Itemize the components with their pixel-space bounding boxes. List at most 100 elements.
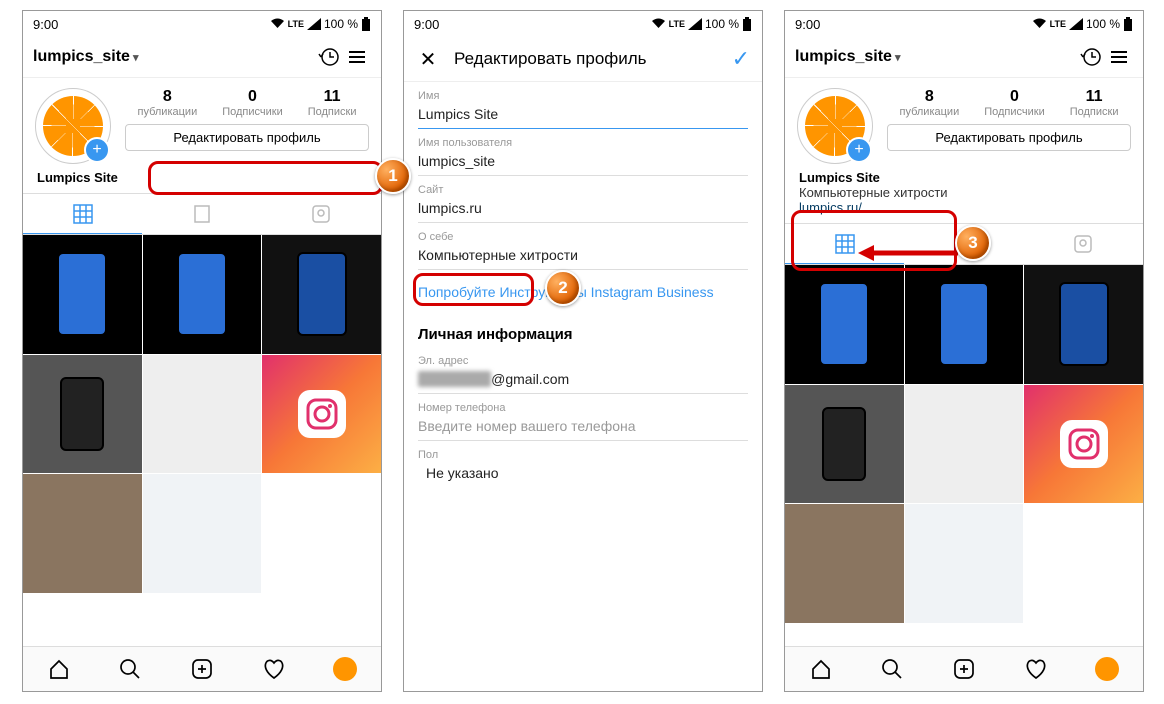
label-username: Имя пользователя	[418, 137, 748, 149]
post-thumb[interactable]	[143, 474, 262, 593]
menu-icon[interactable]	[1105, 43, 1133, 71]
status-time: 9:00	[33, 17, 270, 32]
post-thumb[interactable]	[905, 385, 1024, 504]
input-email[interactable]: lumpics.site@gmail.com	[418, 367, 748, 394]
username-dropdown[interactable]: lumpics_site	[795, 48, 1077, 66]
input-username[interactable]: lumpics_site	[418, 149, 748, 176]
post-thumb[interactable]	[262, 235, 381, 354]
field-phone[interactable]: Номер телефона Введите номер вашего теле…	[404, 394, 762, 441]
input-gender[interactable]: Не указано	[418, 461, 748, 487]
tab-tagged[interactable]	[1024, 224, 1143, 264]
post-thumb[interactable]	[905, 504, 1024, 623]
label-bio: О себе	[418, 231, 748, 243]
label-email: Эл. адрес	[418, 355, 748, 367]
history-icon[interactable]	[315, 43, 343, 71]
battery-label: 100 %	[1086, 17, 1120, 31]
tab-feed[interactable]	[142, 194, 261, 234]
avatar[interactable]: +	[797, 88, 873, 164]
input-phone[interactable]: Введите номер вашего телефона	[418, 414, 748, 441]
post-thumb[interactable]	[905, 265, 1024, 384]
input-website[interactable]: lumpics.ru	[418, 196, 748, 223]
field-email[interactable]: Эл. адрес lumpics.site@gmail.com	[404, 347, 762, 394]
bio-link[interactable]: lumpics.ru/	[799, 200, 1129, 215]
nav-profile-icon[interactable]	[309, 647, 381, 691]
posts-grid	[23, 235, 381, 593]
profile-row: + 8публикации 0Подписчики 11Подписки Ред…	[23, 78, 381, 168]
post-thumb[interactable]	[23, 355, 142, 474]
screen-profile-after: 9:00 LTE 100 % lumpics_site + 8публикаци…	[784, 10, 1144, 692]
post-thumb[interactable]	[23, 474, 142, 593]
post-thumb[interactable]	[23, 235, 142, 354]
post-thumb[interactable]	[785, 385, 904, 504]
username-dropdown[interactable]: lumpics_site	[33, 48, 315, 66]
edit-profile-button[interactable]: Редактировать профиль	[887, 124, 1131, 151]
nav-add-icon[interactable]	[928, 647, 1000, 691]
add-story-icon[interactable]: +	[846, 137, 872, 163]
field-website[interactable]: Сайт lumpics.ru	[404, 176, 762, 223]
history-icon[interactable]	[1077, 43, 1105, 71]
business-tools-link[interactable]: Попробуйте Инструменты Instagram Busines…	[404, 270, 762, 314]
signal-icon	[688, 18, 702, 30]
field-gender[interactable]: Пол Не указано	[404, 441, 762, 487]
label-name: Имя	[418, 90, 748, 102]
stat-posts[interactable]: 8публикации	[138, 88, 198, 118]
label-phone: Номер телефона	[418, 402, 748, 414]
bio-block: Lumpics Site Компьютерные хитрости lumpi…	[785, 168, 1143, 223]
nav-profile-icon[interactable]	[1071, 647, 1143, 691]
post-thumb[interactable]	[262, 474, 381, 593]
status-bar: 9:00 LTE 100 %	[785, 11, 1143, 37]
nav-home-icon[interactable]	[785, 647, 857, 691]
profile-tabs	[23, 193, 381, 235]
stat-posts[interactable]: 8публикации	[900, 88, 960, 118]
field-username[interactable]: Имя пользователя lumpics_site	[404, 129, 762, 176]
stat-followers[interactable]: 0Подписчики	[984, 88, 1045, 118]
posts-grid	[785, 265, 1143, 623]
post-thumb[interactable]	[1024, 265, 1143, 384]
post-thumb[interactable]	[143, 235, 262, 354]
nav-home-icon[interactable]	[23, 647, 95, 691]
post-thumb[interactable]	[1024, 504, 1143, 623]
edit-title: Редактировать профиль	[440, 49, 732, 69]
display-name: Lumpics Site	[799, 170, 1129, 185]
edit-profile-button[interactable]: Редактировать профиль	[125, 124, 369, 151]
input-name[interactable]: Lumpics Site	[418, 102, 748, 129]
field-name[interactable]: Имя Lumpics Site	[404, 82, 762, 129]
tab-tagged[interactable]	[262, 194, 381, 234]
battery-icon	[361, 17, 371, 31]
tab-grid[interactable]	[785, 224, 904, 264]
edit-header: ✕ Редактировать профиль ✓	[404, 37, 762, 82]
menu-icon[interactable]	[343, 43, 371, 71]
add-story-icon[interactable]: +	[84, 137, 110, 163]
stat-following[interactable]: 11Подписки	[308, 88, 357, 118]
post-thumb[interactable]	[785, 265, 904, 384]
nav-search-icon[interactable]	[95, 647, 167, 691]
field-bio[interactable]: О себе Компьютерные хитрости	[404, 223, 762, 270]
status-icons: LTE 100 %	[651, 17, 752, 31]
network-label: LTE	[288, 19, 304, 29]
bottom-nav	[23, 646, 381, 691]
signal-icon	[1069, 18, 1083, 30]
wifi-icon	[1032, 18, 1047, 30]
nav-activity-icon[interactable]	[1000, 647, 1072, 691]
post-thumb[interactable]	[262, 355, 381, 474]
post-thumb[interactable]	[143, 355, 262, 474]
status-time: 9:00	[414, 17, 651, 32]
close-icon[interactable]: ✕	[416, 47, 440, 72]
step-marker-2: 2	[545, 270, 581, 306]
label-website: Сайт	[418, 184, 748, 196]
battery-label: 100 %	[705, 17, 739, 31]
tab-grid[interactable]	[23, 194, 142, 234]
nav-activity-icon[interactable]	[238, 647, 310, 691]
stat-followers[interactable]: 0Подписчики	[222, 88, 283, 118]
nav-search-icon[interactable]	[857, 647, 929, 691]
wifi-icon	[651, 18, 666, 30]
confirm-icon[interactable]: ✓	[732, 46, 750, 72]
avatar[interactable]: +	[35, 88, 111, 164]
nav-add-icon[interactable]	[166, 647, 238, 691]
battery-label: 100 %	[324, 17, 358, 31]
stats-block: 8публикации 0Подписчики 11Подписки Редак…	[125, 88, 369, 164]
post-thumb[interactable]	[1024, 385, 1143, 504]
stat-following[interactable]: 11Подписки	[1070, 88, 1119, 118]
post-thumb[interactable]	[785, 504, 904, 623]
input-bio[interactable]: Компьютерные хитрости	[418, 243, 748, 270]
